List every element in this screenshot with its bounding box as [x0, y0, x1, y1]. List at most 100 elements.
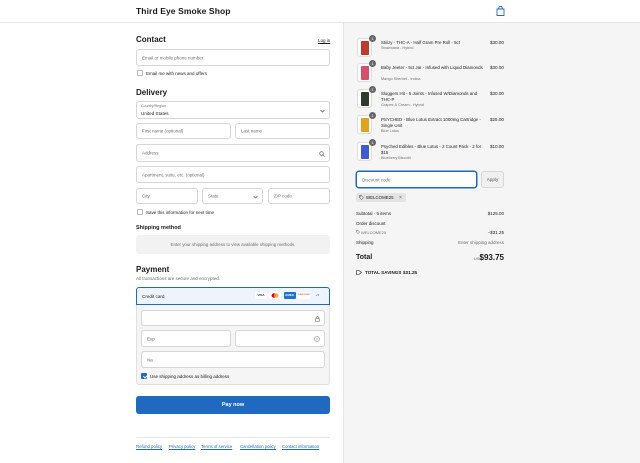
delivery-title: Delivery	[136, 88, 168, 97]
zip-field[interactable]: ZIP code	[268, 188, 330, 204]
chevron-down-icon	[320, 109, 325, 113]
subtotal-value: $125.00	[487, 211, 504, 216]
quantity-badge: 1	[369, 86, 376, 93]
product-name: PSYCHED - Blue Lotus Extract 1000mg Cart…	[381, 117, 481, 128]
product-photo	[361, 92, 369, 106]
total-value: $93.75	[479, 253, 504, 262]
shipping-value: Enter shipping address	[457, 240, 504, 245]
card-number-field[interactable]	[141, 310, 325, 326]
total-savings-value: $31.25	[403, 270, 418, 275]
product-price: $25.00	[489, 117, 504, 122]
applied-discount-code: WELCOME25	[366, 195, 394, 200]
footer-privacy-policy[interactable]: Privacy policy	[169, 444, 195, 449]
contact-title: Contact	[136, 35, 166, 44]
quantity-badge: 1	[369, 112, 376, 119]
product-photo	[361, 118, 369, 132]
login-link[interactable]: Log in	[318, 38, 330, 43]
state-select[interactable]: State	[202, 188, 263, 204]
product-photo	[361, 66, 369, 80]
subtotal-label: Subtotal · 5 items	[356, 211, 392, 216]
save-info-checkbox[interactable]	[137, 209, 143, 215]
product-name: Baby Jeeter - 5ct Jar - Infused with Liq…	[381, 65, 483, 70]
mastercard-icon	[269, 292, 281, 299]
payment-subtitle: All transactions are secure and encrypte…	[136, 276, 221, 281]
total-savings-label: TOTAL SAVINGS	[365, 270, 402, 275]
credit-card-label: Credit card	[142, 293, 165, 299]
amex-icon: AMEX	[283, 292, 296, 299]
discount-code-label: WELCOME25	[361, 229, 387, 235]
product-photo	[361, 145, 369, 159]
email-placeholder: Email or mobile phone number	[142, 55, 204, 60]
shopping-bag-icon[interactable]	[496, 6, 505, 16]
expiry-placeholder: Exp	[147, 336, 155, 341]
last-name-placeholder: Last name	[241, 128, 263, 134]
product-name: Sluggers Hit - 5 Joints - Infused W/Diam…	[381, 91, 478, 102]
city-placeholder: City	[142, 193, 150, 199]
last-name-field[interactable]: Last name	[235, 123, 330, 139]
expiry-field[interactable]: Exp	[141, 330, 231, 347]
save-info-label: Save this information for next time	[146, 209, 215, 215]
address-field[interactable]: Address	[136, 144, 330, 162]
help-icon[interactable]: ?	[314, 336, 320, 342]
shipping-label: Shipping	[356, 240, 374, 245]
product-price: $10.00	[489, 144, 504, 149]
remove-discount-icon[interactable]: ×	[399, 195, 402, 201]
apply-button[interactable]: Apply	[481, 171, 504, 188]
first-name-placeholder: First name (optional)	[142, 128, 184, 134]
email-field[interactable]: Email or mobile phone number	[136, 49, 330, 66]
footer-cancellation-policy[interactable]: Cancellation policy	[240, 444, 276, 449]
product-variant: Blue Lotus	[381, 129, 399, 133]
security-code-field[interactable]: ?	[235, 330, 325, 347]
total-label: Total	[356, 254, 373, 261]
quantity-badge: 1	[369, 139, 376, 146]
country-value: United States	[141, 110, 169, 116]
product-variant: Blueberry Biscotti	[381, 156, 411, 160]
product-variant: Grapes & Cream - Hybrid	[381, 103, 424, 107]
billing-address-checkbox[interactable]	[141, 373, 147, 379]
discount-code-field[interactable]: Discount code	[356, 171, 477, 188]
product-variant: Mango Sherbet - Indica	[381, 77, 421, 81]
footer-contact-information[interactable]: Contact information	[282, 444, 319, 449]
footer-divider	[136, 437, 330, 438]
tag-icon	[356, 230, 360, 234]
billing-address-label: Use shipping address as billing address	[150, 373, 230, 379]
chevron-down-icon	[253, 195, 258, 199]
country-select[interactable]: Country/Region United States	[136, 101, 330, 119]
product-name: Psyched Edibles - Blue Lotus - 2 Count P…	[381, 144, 482, 155]
order-discount-label: Order discount	[356, 221, 386, 226]
news-checkbox[interactable]	[137, 70, 143, 76]
svg-text:?: ?	[316, 337, 318, 341]
shipping-method-title: Shipping method	[136, 225, 181, 231]
first-name-field[interactable]: First name (optional)	[136, 123, 231, 139]
discount-code-placeholder: Discount code	[362, 177, 391, 182]
product-price: $30.00	[489, 40, 504, 45]
discover-icon: DISCOVER	[298, 292, 310, 299]
shop-name[interactable]: Third Eye Smoke Shop	[136, 6, 231, 16]
state-placeholder: State	[208, 193, 219, 199]
name-on-card-placeholder: Na	[147, 357, 153, 362]
payment-title: Payment	[136, 265, 170, 274]
city-field[interactable]: City	[136, 188, 198, 204]
pay-now-button[interactable]: Pay now	[136, 396, 330, 414]
shipping-info: Enter your shipping address to view avai…	[136, 235, 330, 254]
footer-terms-of-service[interactable]: Terms of service	[201, 444, 232, 449]
header: Third Eye Smoke Shop	[0, 0, 640, 23]
name-on-card-field[interactable]: Na	[141, 351, 325, 368]
product-photo	[361, 41, 369, 55]
lock-icon	[315, 315, 320, 322]
product-price: $30.00	[489, 65, 504, 70]
quantity-badge: 1	[369, 35, 376, 42]
apartment-placeholder: Apartment, suite, etc. (optional)	[142, 172, 205, 177]
visa-icon: VISA	[255, 292, 267, 299]
apartment-field[interactable]: Apartment, suite, etc. (optional)	[136, 166, 330, 183]
country-label: Country/Region	[141, 104, 166, 108]
product-variant: Strawnana - Hybrid	[381, 46, 414, 50]
applied-discount-tag: WELCOME25 ×	[356, 193, 406, 202]
quantity-badge: 1	[369, 60, 376, 67]
search-icon	[319, 150, 325, 157]
zip-placeholder: ZIP code	[274, 193, 292, 199]
footer-refund-policy[interactable]: Refund policy	[136, 444, 162, 449]
discount-value: −$31.25	[487, 229, 504, 235]
more-cards-badge: +5	[315, 293, 320, 297]
news-label: Email me with news and offers	[146, 70, 207, 76]
